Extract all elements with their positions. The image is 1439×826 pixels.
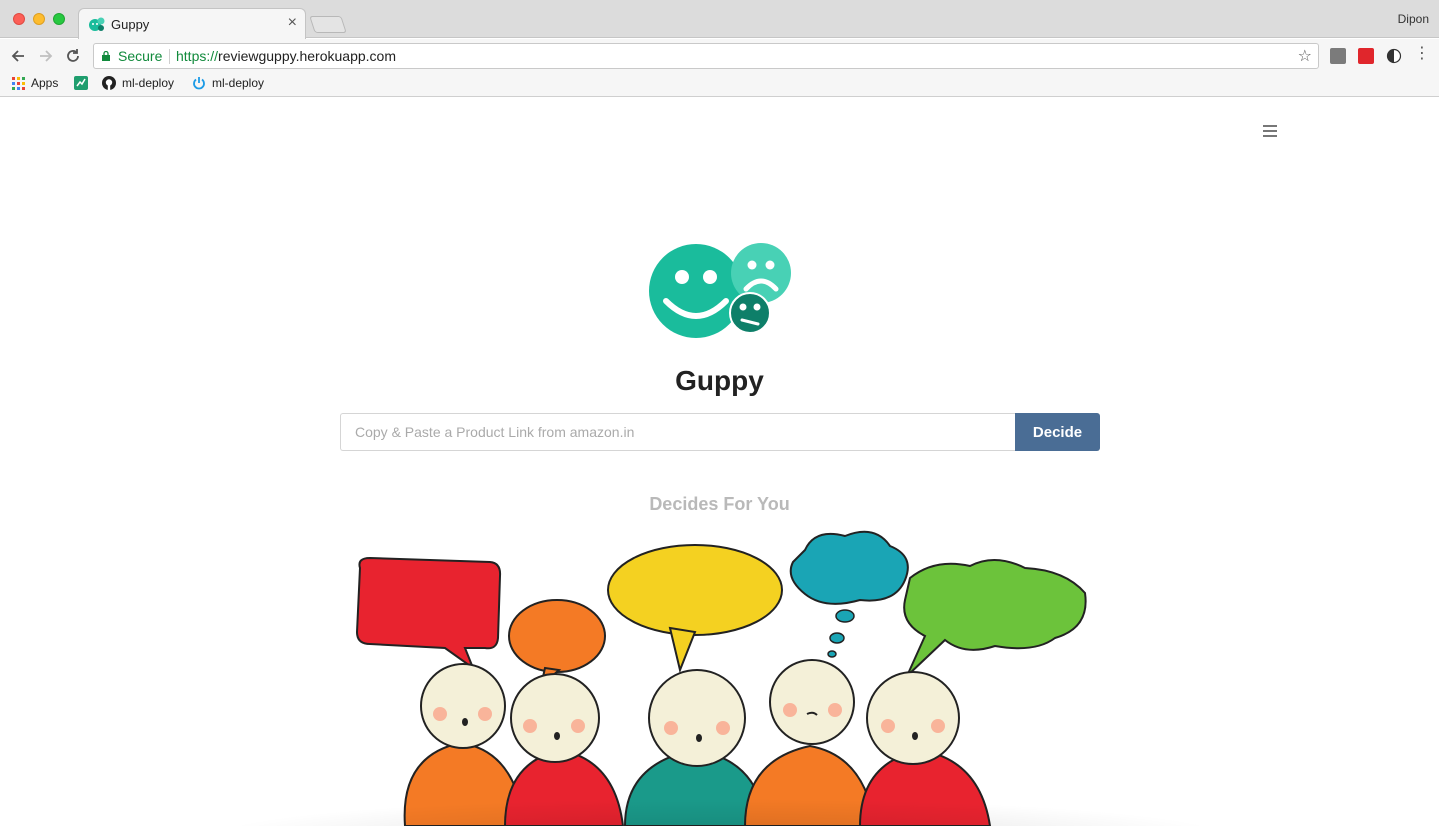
bottom-shadow <box>200 798 1240 826</box>
reload-icon[interactable] <box>63 46 83 66</box>
profile-name[interactable]: Dipon <box>1398 12 1429 26</box>
minimize-window-button[interactable] <box>33 13 45 25</box>
bookmark-apps-label: Apps <box>31 76 59 90</box>
extension-lightbulb-icon[interactable] <box>1330 48 1346 64</box>
browser-toolbar: Secure https://reviewguppy.herokuapp.com… <box>0 39 1439 73</box>
bookmark-power-ml-deploy[interactable]: ml-deploy <box>192 76 264 90</box>
extension-acrobat-icon[interactable] <box>1358 48 1374 64</box>
power-icon <box>193 77 205 90</box>
apps-grid-icon <box>12 76 25 90</box>
bookmarks-bar: Apps ml-deploy ml-deploy <box>0 73 1439 97</box>
url-host: reviewguppy.herokuapp.com <box>218 48 396 64</box>
browser-menu-icon[interactable]: ⋮ <box>1414 46 1430 62</box>
tagline: Decides For You <box>649 494 790 514</box>
page-content: Guppy Decide Decides For You <box>0 98 1439 826</box>
hamburger-menu-icon[interactable] <box>1263 125 1277 140</box>
window-titlebar: Guppy × Dipon <box>0 0 1439 39</box>
guppy-favicon-icon <box>89 17 105 31</box>
product-search-form: Decide <box>340 413 1100 451</box>
url-text[interactable]: https://reviewguppy.herokuapp.com <box>176 48 396 64</box>
url-scheme: https:// <box>176 48 219 64</box>
guppy-logo <box>649 243 791 338</box>
lock-icon <box>102 51 110 61</box>
omnibox-divider <box>169 49 170 64</box>
bookmark-extension-icon <box>74 76 88 90</box>
bookmark-power-label: ml-deploy <box>212 76 265 90</box>
address-bar[interactable]: Secure https://reviewguppy.herokuapp.com… <box>93 43 1319 69</box>
brand-title: Guppy <box>675 365 764 396</box>
product-link-input[interactable] <box>340 413 1015 451</box>
github-icon <box>102 76 116 90</box>
secure-label: Secure <box>118 48 163 64</box>
browser-tab[interactable]: Guppy × <box>78 8 306 39</box>
people-speech-bubbles-illustration <box>355 530 1087 826</box>
back-arrow-icon[interactable] <box>8 46 28 66</box>
forward-arrow-icon[interactable] <box>36 46 56 66</box>
bookmark-github-ml-deploy[interactable]: ml-deploy <box>102 76 174 90</box>
extension-contrast-icon[interactable] <box>1386 48 1402 64</box>
tab-title: Guppy <box>111 17 150 32</box>
bookmark-star-icon[interactable]: ☆ <box>1298 46 1312 66</box>
decide-button[interactable]: Decide <box>1015 413 1100 451</box>
new-tab-button[interactable] <box>309 16 347 33</box>
tab-close-icon[interactable]: × <box>288 14 297 32</box>
bookmark-apps[interactable]: Apps <box>12 76 58 90</box>
bookmark-extension[interactable] <box>74 76 94 90</box>
close-window-button[interactable] <box>13 13 25 25</box>
maximize-window-button[interactable] <box>53 13 65 25</box>
bookmark-github-label: ml-deploy <box>122 76 175 90</box>
